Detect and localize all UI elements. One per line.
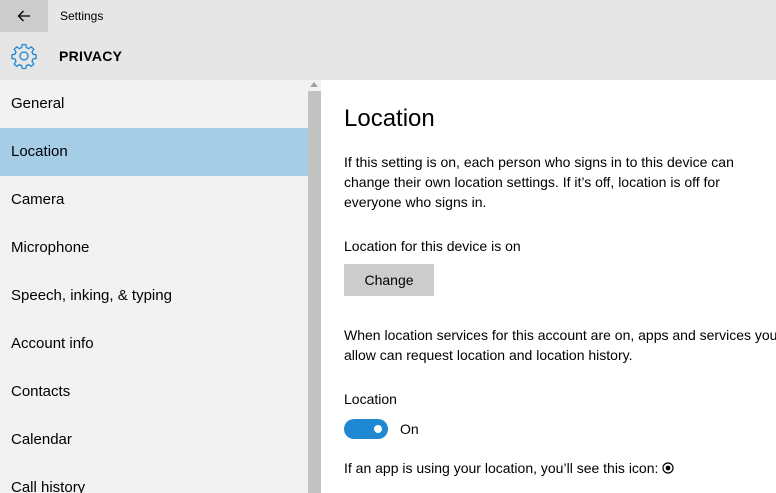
location-icon-note-text: If an app is using your location, you’ll… <box>344 460 659 476</box>
arrow-left-icon <box>17 10 30 22</box>
toggle-state: On <box>400 421 419 437</box>
sidebar-scrollbar[interactable] <box>308 80 321 493</box>
sidebar-item-location[interactable]: Location <box>0 128 308 176</box>
location-icon-note: If an app is using your location, you’ll… <box>344 458 776 478</box>
page-header: PRIVACY <box>0 32 776 80</box>
gear-icon <box>11 43 37 69</box>
location-dot-icon <box>662 462 675 474</box>
sidebar-item-speech-inking-typing[interactable]: Speech, inking, & typing <box>0 272 308 320</box>
scroll-thumb[interactable] <box>308 91 321 493</box>
sidebar-item-camera[interactable]: Camera <box>0 176 308 224</box>
sidebar-item-calendar[interactable]: Calendar <box>0 416 308 464</box>
device-location-status: Location for this device is on <box>344 238 521 254</box>
toggle-knob <box>374 425 382 433</box>
location-description: If this setting is on, each person who s… <box>344 154 734 210</box>
location-toggle-label: Location <box>344 391 397 407</box>
page-title: Location <box>344 105 435 132</box>
back-button[interactable] <box>0 0 48 32</box>
change-button[interactable]: Change <box>344 264 434 296</box>
scroll-up-arrow-icon[interactable] <box>310 82 318 87</box>
title-bar: Settings <box>0 0 776 32</box>
sidebar-item-call-history[interactable]: Call history <box>0 464 308 493</box>
window-title: Settings <box>60 9 104 23</box>
sidebar-item-microphone[interactable]: Microphone <box>0 224 308 272</box>
sidebar-item-account-info[interactable]: Account info <box>0 320 308 368</box>
sidebar-item-general[interactable]: General <box>0 80 308 128</box>
sidebar: General Location Camera Microphone Speec… <box>0 80 308 493</box>
location-toggle[interactable] <box>344 419 388 439</box>
sidebar-item-contacts[interactable]: Contacts <box>0 368 308 416</box>
account-location-description: When location services for this account … <box>344 327 776 363</box>
section-title: PRIVACY <box>59 48 123 64</box>
main-content: Location If this setting is on, each per… <box>344 80 776 493</box>
